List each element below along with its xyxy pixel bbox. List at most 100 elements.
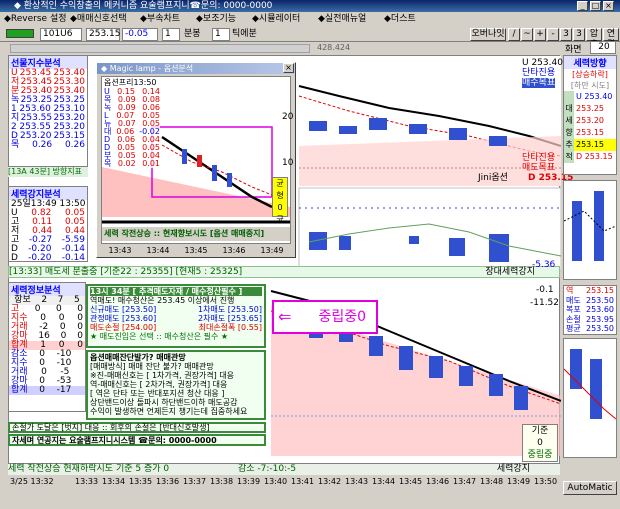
- advice-l6: 수익이 발생하면 언제든지 챙기는데 집중하세요: [90, 407, 248, 416]
- mini-chart-svg: [563, 191, 617, 261]
- arrow-left-icon: ⇐: [278, 307, 292, 326]
- popup-row-b: 0.01: [142, 159, 160, 168]
- pattern-key: 합계: [11, 385, 28, 395]
- maximize-button[interactable]: □: [590, 1, 601, 11]
- direction-indicator: [13A 43분] 방향지표: [8, 167, 88, 177]
- popup-time-tick: 13:43: [108, 246, 132, 255]
- time-tick: 13:36: [156, 477, 180, 486]
- screen-input[interactable]: 20: [590, 41, 616, 54]
- direction-tag: 대: [564, 103, 574, 115]
- period-unit: 분봉: [184, 29, 201, 39]
- direction-row: 추 253.15: [564, 139, 616, 151]
- futures-val-b: 0.26: [64, 140, 85, 150]
- popup-row-key: 목: [104, 159, 112, 168]
- time-tick: 13:44: [372, 477, 396, 486]
- position-value: 253.60: [586, 305, 614, 314]
- tilde-button[interactable]: ~: [521, 28, 533, 41]
- n3-button[interactable]: 3: [560, 28, 572, 41]
- futures-key: 목: [11, 140, 20, 150]
- direction-row: U 253.40: [564, 91, 616, 103]
- hint-text: [13:33] 매도세 분출중 [기준22 : 25355] [현재5 : 25…: [9, 267, 243, 277]
- tag-sell-target: 매도목표: [522, 163, 556, 173]
- direction-title: 세력방향: [564, 56, 616, 69]
- hint-right: 장대세력강지: [485, 267, 535, 277]
- callout-text: 중립중0: [318, 309, 366, 325]
- popup-close-button[interactable]: ×: [283, 63, 294, 73]
- menu-manual[interactable]: ◆실전매뉴얼: [318, 12, 366, 26]
- pattern-header-cell: 2: [41, 295, 48, 305]
- compress-button[interactable]: 압축: [586, 28, 602, 50]
- direction-value: 253.20: [576, 116, 604, 125]
- count-input[interactable]: 1: [212, 28, 230, 41]
- plus-button[interactable]: +: [534, 28, 546, 41]
- futures-rows: U 253.45 253.40 저 253.45 253.30 분 253.40 253.40 녹…: [9, 69, 87, 150]
- status-bar: 세력 작전상승 현재하락시도 기준 5 증가 0 감소 -7:-10:-5 세력…: [8, 463, 560, 475]
- automatic-button[interactable]: AutoMatic: [563, 481, 617, 495]
- force-direction-panel: 세력방향 [상승하락] [하만 시도] U 253.40 대 253.25 세 253.…: [563, 55, 617, 175]
- link-button[interactable]: 연결: [603, 28, 619, 50]
- position-rows: 역 253.15 매도 253.50 복포 253.60 손절 253.95 평균 253.50: [564, 286, 616, 334]
- popup-body: 옵션프리13:50 U 0.15 0.14 목 0.09 0.08 녹 0.09 0.06 L 0.…: [101, 76, 291, 244]
- menu-aux[interactable]: ◆보조기능: [196, 12, 236, 26]
- status-mid: 감소 -7:-10:-5: [238, 464, 297, 474]
- force-row: D -0.20 -0.14: [9, 254, 87, 263]
- warn-line: 손절가 도달은 [벗지] 대응 :: 회후의 손절은 [반대신호발생]: [8, 422, 266, 433]
- slash-button[interactable]: /: [508, 28, 520, 41]
- pattern-b: -17: [56, 385, 72, 395]
- minus-button[interactable]: -: [547, 28, 559, 41]
- tag-y10: 10: [282, 158, 294, 168]
- menu-signal[interactable]: ◆매매신호선택: [70, 12, 127, 26]
- time-tick: 13:49: [507, 477, 531, 486]
- code-select[interactable]: 101U6: [40, 28, 82, 41]
- menu-dust[interactable]: ◆더스트: [384, 12, 416, 26]
- balance-indicator: 균형 0 균형: [272, 177, 288, 236]
- direction-row: 적D 253.15: [564, 151, 616, 163]
- popup-time-tick: 13:44: [146, 246, 170, 255]
- close-button[interactable]: ×: [603, 1, 614, 11]
- contact-line: 자세며 연공지는 요술램프지니시스템 ☎문의: 0000-0000: [8, 434, 266, 446]
- direction-value: U 253.40: [576, 92, 613, 101]
- time-tick: 13:46: [426, 477, 450, 486]
- time-tick: 13:50: [534, 477, 558, 486]
- futures-index-panel: 선물지수분석 U 253.45 253.40 저 253.45 253.30 분 253.40…: [8, 55, 88, 167]
- position-row: 역 253.15: [564, 286, 616, 296]
- direction-row: 향 253.15: [564, 127, 616, 139]
- position-panel: 역 253.15 매도 253.50 복포 253.60 손절 253.95 평균 253.50: [563, 285, 617, 335]
- position-key: 손절: [566, 314, 581, 324]
- advice-box: 옵션매매잔단발가? 매매관망 [매매방식] 매매 잔단 불가? 매매관망 ※진-…: [86, 350, 266, 420]
- position-value: 253.50: [586, 295, 614, 305]
- mini-chart-2-svg: [563, 349, 617, 420]
- popup-time-axis: 13:43 13:44 13:45 13:46 13:49: [101, 246, 291, 255]
- tag-scalp-buy: 단타진용: [522, 68, 556, 78]
- period-input[interactable]: 1: [162, 28, 180, 41]
- screen-label: 화면: [565, 45, 582, 55]
- direction-sub2: [하만 시도]: [570, 81, 610, 90]
- overnight-button[interactable]: 오버나잇: [470, 28, 506, 41]
- direction-row: 세 253.20: [564, 115, 616, 127]
- force-key: D: [11, 253, 18, 263]
- menu-simulator[interactable]: ◆시뮬레이터: [252, 12, 300, 26]
- tag-scalp-sell: 단타진용: [522, 153, 556, 163]
- popup-rows: U 0.15 0.14 목 0.09 0.08 녹 0.09 0.06 L 0.07 0.05 뉴 0.0…: [104, 88, 160, 168]
- direction-tag: 향: [564, 127, 574, 139]
- menu-subchart[interactable]: ◆부속차트: [140, 12, 180, 26]
- pattern-c: 0: [77, 340, 83, 350]
- magic-lamp-popup[interactable]: ◆ Magic lamp - 옵션분석 × 옵션프리13:50 U 0.15 0.1…: [96, 62, 296, 258]
- neutral-status: 중립중: [527, 450, 553, 460]
- popup-row: 목 0.02 0.01: [104, 160, 160, 168]
- advice-q: 옵션매매잔단발가? 매매관망: [90, 353, 186, 362]
- hint-bar: [13:33] 매도세 분출중 [기준22 : 25355] [현재5 : 25…: [8, 266, 560, 278]
- check-button[interactable]: 3: [573, 28, 585, 41]
- mini-chart: [563, 180, 617, 280]
- direction-value: D 253.15: [576, 152, 613, 161]
- force-val-b: -0.14: [61, 253, 85, 263]
- menu-reverse[interactable]: ◆Reverse 설정: [4, 12, 67, 26]
- position-key: 역: [566, 286, 574, 295]
- balance-top: 균형: [276, 179, 284, 200]
- pattern-rows: 고 0 0 0 지수 0 0 0 거래 -2 0 0 강마 16 0 0 합계 1 0 0 감소 0 -10 지수 0 -10 거래…: [9, 305, 85, 395]
- direction-tag: 추: [564, 139, 574, 151]
- minimize-button[interactable]: _: [577, 1, 588, 11]
- time-tick: 13:35: [129, 477, 153, 486]
- pattern-panel: 세력정보분석 항보 2 7 5 고 0 0 0 지수 0 0 0 거래 -2 0 0 강마 16 0 0 합계 1 0 0 감…: [8, 282, 86, 412]
- direction-value: 253.15: [574, 139, 616, 151]
